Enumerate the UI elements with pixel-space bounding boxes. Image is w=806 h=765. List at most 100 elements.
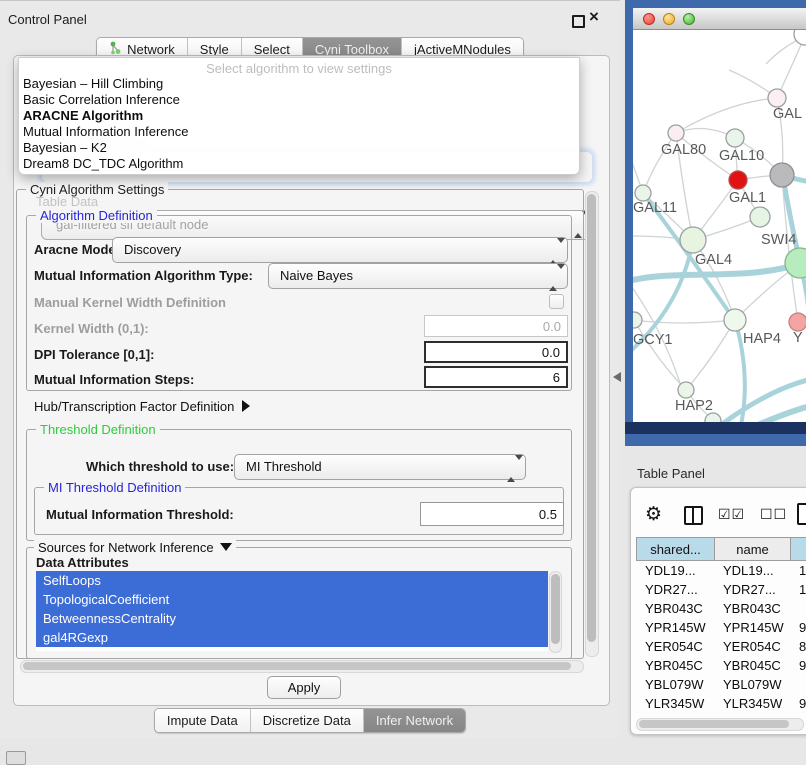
aracne-mode-combobox[interactable]: Discovery [112,237,568,263]
column-header[interactable]: name [714,537,790,561]
network-node-red-node[interactable] [729,171,747,189]
which-threshold-value: MI Threshold [246,459,322,474]
table-row[interactable]: YIL052CYIL052C9. [636,713,806,717]
bottom-tabbar: Impute Data Discretize DataInfer Network [0,708,620,733]
aracne-mode-label: Aracne Mode: [34,242,120,257]
network-node-swi4[interactable] [785,248,806,278]
network-node-gal10[interactable] [726,129,744,147]
attribute-list-item[interactable]: SelfLoops [36,571,548,590]
network-window-bottom-edge [625,422,806,434]
mi-threshold-field[interactable]: 0.5 [420,502,564,526]
settings-scrollbar-thumb[interactable] [587,194,596,642]
float-window-icon[interactable] [572,15,585,28]
split-columns-icon[interactable] [684,506,703,525]
network-node-gray-node[interactable] [770,163,794,187]
table-row[interactable]: YLR345WYLR345W9. [636,694,806,713]
network-canvas[interactable]: GAL80GAL10GALGAL1GAL11GAL4SWI4GCY1HAP4YH… [633,30,806,422]
data-attributes-list[interactable]: SelfLoopsTopologicalCoefficientBetweenne… [36,571,548,651]
expanded-arrow-icon [220,543,232,551]
minimize-traffic-light-icon[interactable] [663,13,675,25]
table-cell: 9. [790,656,806,675]
network-edge-highlighted [718,380,806,422]
table-row[interactable]: YBR043CYBR043C [636,599,806,618]
manual-kernel-width-label: Manual Kernel Width Definition [34,295,226,310]
dropdown-item[interactable]: Basic Correlation Inference [19,92,579,108]
network-node-gal11[interactable] [635,185,651,201]
attributes-vertical-scrollbar[interactable] [549,571,562,653]
table-cell: YLR345W [636,694,714,713]
dropdown-item[interactable]: Bayesian – Hill Climbing [19,76,579,92]
tab-label: Impute Data [167,713,238,728]
network-node-label: GAL1 [729,190,766,206]
dropdown-item[interactable]: Dream8 DC_TDC Algorithm [19,156,579,172]
dpi-tolerance-field[interactable]: 0.0 [424,341,568,363]
attribute-list-item[interactable]: gal4RGexp [36,628,548,647]
settings-vertical-scrollbar[interactable] [585,191,599,657]
settings-hscrollbar-thumb[interactable] [23,662,571,670]
network-node-pink-y[interactable] [789,313,806,331]
table-row[interactable]: YER054CYER054C8. [636,637,806,656]
table-row[interactable]: YDL19...YDL19...13 [636,561,806,580]
table-cell [790,675,806,694]
network-node-gal1[interactable] [750,207,770,227]
dropdown-item[interactable]: ARACNE Algorithm [19,108,579,124]
tab-infer-network[interactable]: Infer Network [364,709,465,732]
table-cell: YIL052C [636,713,714,717]
close-traffic-light-icon[interactable] [643,13,655,25]
document-icon[interactable] [797,503,806,525]
table-cell: 9. [790,694,806,713]
unchecked-columns-icon[interactable]: ☐☐ [760,507,787,523]
table-hscrollbar-thumb[interactable] [639,720,789,728]
table-row[interactable]: YBL079WYBL079W [636,675,806,694]
network-node-hap4[interactable] [724,309,746,331]
table-row[interactable]: YPR145WYPR145W9. [636,618,806,637]
table-cell: YER054C [636,637,714,656]
cyni-settings-legend: Cyni Algorithm Settings [26,182,168,197]
kernel-width-field[interactable]: 0.0 [424,315,568,337]
attribute-list-item[interactable]: TopologicalCoefficient [36,590,548,609]
algorithm-dropdown-placeholder: Select algorithm to view settings [19,58,579,76]
attribute-list-item[interactable]: BetweennessCentrality [36,609,548,628]
table-cell: 12 [790,580,806,599]
settings-horizontal-scrollbar[interactable] [20,660,584,673]
network-node-top-white[interactable] [794,30,806,45]
network-node-gcy1[interactable] [633,312,642,328]
table-cell [790,599,806,618]
network-node-gal-top[interactable] [768,89,786,107]
docked-panel-icon[interactable] [6,751,26,765]
network-edge [634,320,735,323]
sources-legend[interactable]: Sources for Network Inference [34,540,236,555]
combo-arrows-icon [549,269,558,287]
column-header[interactable]: A [790,537,806,561]
gear-icon[interactable]: ⚙ [645,503,662,525]
mi-algorithm-type-combobox[interactable]: Naive Bayes [268,263,568,289]
network-node-label: GAL11 [633,200,677,216]
table-row[interactable]: YDR27...YDR27...12 [636,580,806,599]
dropdown-item[interactable]: Bayesian – K2 [19,140,579,156]
tab-impute-data[interactable]: Impute Data [155,709,251,732]
apply-button[interactable]: Apply [267,676,341,699]
mi-steps-field[interactable]: 6 [424,366,568,388]
column-header[interactable]: shared... [636,537,714,561]
network-window-titlebar[interactable] [633,8,806,30]
tab-discretize-data[interactable]: Discretize Data [251,709,364,732]
network-node-gal80[interactable] [668,125,684,141]
network-node-label: GAL4 [695,252,732,268]
checked-columns-icon[interactable]: ☑☑ [718,507,745,523]
manual-kernel-width-checkbox[interactable] [549,294,564,309]
zoom-traffic-light-icon[interactable] [683,13,695,25]
network-node-label: GAL80 [661,142,706,158]
which-threshold-combobox[interactable]: MI Threshold [234,454,526,480]
network-node-gal4[interactable] [680,227,706,253]
network-node-label: HAP2 [675,398,713,414]
table-row[interactable]: YBR045CYBR045C9. [636,656,806,675]
attributes-scrollbar-thumb[interactable] [551,574,560,644]
algorithm-dropdown-items: Bayesian – Hill ClimbingBasic Correlatio… [19,76,579,172]
network-graph: GAL80GAL10GALGAL1GAL11GAL4SWI4GCY1HAP4YH… [633,30,806,422]
dropdown-item[interactable]: Mutual Information Inference [19,124,579,140]
close-icon[interactable]: × [589,7,599,27]
algorithm-dropdown-list: Select algorithm to view settings Bayesi… [18,57,580,175]
hub-definition-toggle[interactable]: Hub/Transcription Factor Definition [34,399,250,414]
table-horizontal-scrollbar[interactable] [636,718,804,731]
network-node-hap2[interactable] [678,382,694,398]
